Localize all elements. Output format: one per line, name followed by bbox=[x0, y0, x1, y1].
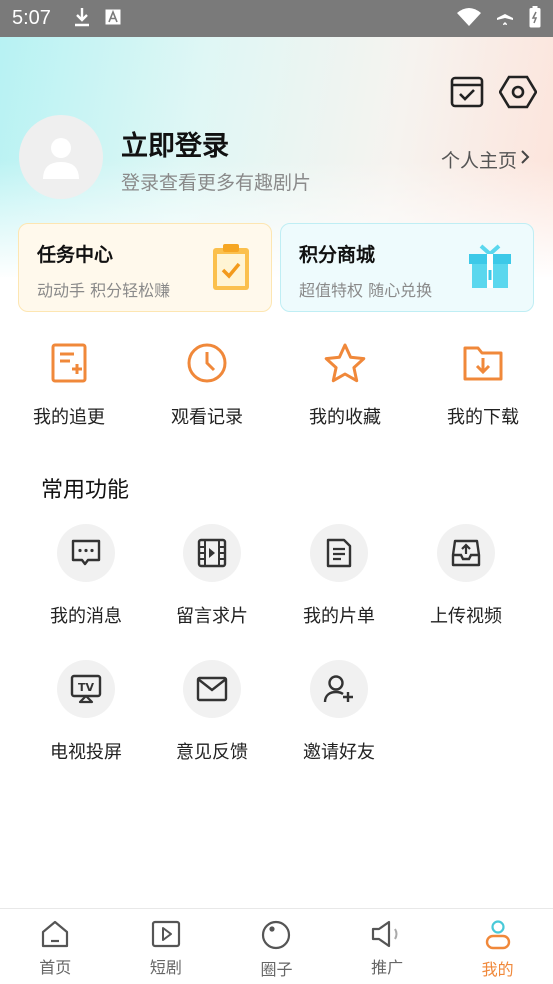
func-label: 我的片单 bbox=[303, 606, 375, 627]
profile-link[interactable]: 个人主页 bbox=[441, 146, 517, 173]
login-title[interactable]: 立即登录 bbox=[121, 124, 229, 163]
func-label: 上传视频 bbox=[430, 606, 502, 627]
tab-promote[interactable]: 推广 bbox=[332, 909, 443, 984]
quick-action-history[interactable]: 观看记录 bbox=[138, 338, 276, 429]
settings-hex-icon[interactable] bbox=[498, 74, 538, 114]
airplane-icon bbox=[495, 7, 515, 31]
film-icon bbox=[183, 524, 241, 582]
section-title: 常用功能 bbox=[41, 478, 130, 503]
chevron-right-icon[interactable] bbox=[519, 148, 531, 170]
func-label: 邀请好友 bbox=[303, 742, 375, 763]
gift-icon bbox=[467, 242, 513, 294]
quick-action-favorites[interactable]: 我的收藏 bbox=[276, 338, 414, 429]
mail-icon bbox=[183, 660, 241, 718]
func-label: 意见反馈 bbox=[176, 742, 248, 763]
person-icon bbox=[484, 920, 512, 954]
star-icon bbox=[276, 338, 414, 388]
tab-label: 圈子 bbox=[260, 960, 293, 979]
speaker-icon bbox=[370, 920, 404, 952]
home-icon bbox=[40, 920, 70, 952]
func-request-film[interactable]: 留言求片 bbox=[149, 524, 275, 628]
font-a-icon bbox=[105, 9, 121, 29]
status-time: 5:07 bbox=[12, 7, 51, 29]
play-square-icon bbox=[151, 920, 181, 952]
tab-mine[interactable]: 我的 bbox=[442, 909, 553, 984]
tv-cast-icon: TV bbox=[57, 660, 115, 718]
quick-action-label: 我的追更 bbox=[33, 407, 105, 428]
clipboard-check-icon bbox=[211, 242, 251, 296]
func-tv-cast[interactable]: TV 电视投屏 bbox=[23, 660, 149, 764]
battery-icon bbox=[529, 5, 541, 32]
quick-action-label: 我的下载 bbox=[447, 407, 519, 428]
add-user-icon bbox=[310, 660, 368, 718]
func-label: 电视投屏 bbox=[50, 742, 122, 763]
status-bar: 5:07 bbox=[0, 0, 553, 37]
tab-label: 短剧 bbox=[149, 958, 182, 977]
upload-tray-icon bbox=[437, 524, 495, 582]
quick-action-label: 观看记录 bbox=[171, 407, 243, 428]
points-mall-card[interactable]: 积分商城 超值特权 随心兑换 bbox=[280, 223, 534, 312]
func-invite-friends[interactable]: 邀请好友 bbox=[276, 660, 402, 764]
quick-action-follow[interactable]: 我的追更 bbox=[0, 338, 138, 429]
bottom-tab-bar: 首页 短剧 圈子 推广 我的 bbox=[0, 908, 553, 984]
download-icon bbox=[73, 7, 91, 31]
func-my-list[interactable]: 我的片单 bbox=[276, 524, 402, 628]
circle-icon bbox=[261, 920, 291, 954]
task-center-card[interactable]: 任务中心 动动手 积分轻松赚 bbox=[18, 223, 272, 312]
folder-download-icon bbox=[414, 338, 552, 388]
quick-action-label: 我的收藏 bbox=[309, 407, 381, 428]
tab-label: 首页 bbox=[39, 958, 72, 977]
func-messages[interactable]: 我的消息 bbox=[23, 524, 149, 628]
func-label: 我的消息 bbox=[50, 606, 122, 627]
func-feedback[interactable]: 意见反馈 bbox=[149, 660, 275, 764]
login-subtitle: 登录查看更多有趣剧片 bbox=[121, 172, 312, 194]
func-label: 留言求片 bbox=[176, 606, 248, 627]
avatar[interactable] bbox=[19, 115, 103, 199]
func-upload-video[interactable]: 上传视频 bbox=[403, 524, 529, 628]
tab-circle[interactable]: 圈子 bbox=[221, 909, 332, 984]
quick-action-downloads[interactable]: 我的下载 bbox=[414, 338, 552, 429]
tab-home[interactable]: 首页 bbox=[0, 909, 111, 984]
list-doc-icon bbox=[310, 524, 368, 582]
wifi-icon bbox=[457, 7, 481, 30]
check-calendar-icon[interactable] bbox=[449, 74, 485, 114]
svg-text:TV: TV bbox=[78, 681, 95, 694]
message-icon bbox=[57, 524, 115, 582]
tab-label: 我的 bbox=[481, 960, 514, 979]
doc-plus-icon bbox=[0, 338, 138, 388]
tab-label: 推广 bbox=[371, 958, 404, 977]
clock-icon bbox=[138, 338, 276, 388]
tab-short-drama[interactable]: 短剧 bbox=[111, 909, 222, 984]
